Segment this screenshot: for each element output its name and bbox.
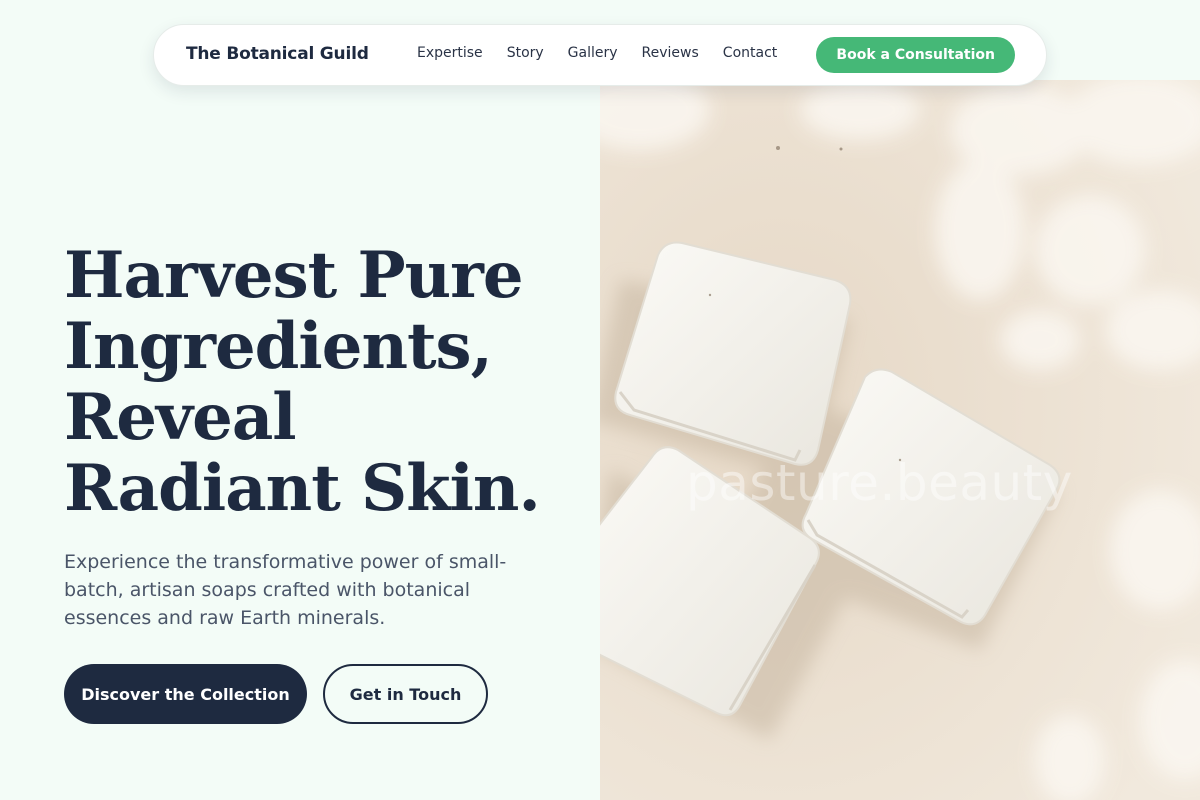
get-in-touch-button[interactable]: Get in Touch xyxy=(323,664,488,724)
hero-title-line: Radiant Skin. xyxy=(64,451,541,526)
nav-links: Expertise Story Gallery Reviews Contact xyxy=(417,45,777,61)
hero-image: pasture.beauty xyxy=(600,80,1200,800)
book-consultation-button[interactable]: Book a Consultation xyxy=(816,37,1015,73)
nav-link-contact[interactable]: Contact xyxy=(723,45,777,61)
hero-subtitle: Experience the transformative power of s… xyxy=(64,551,507,629)
top-navigation: The Botanical Guild Expertise Story Gall… xyxy=(153,24,1047,86)
hero-title: Harvest Pure Ingredients, Reveal Radiant… xyxy=(64,240,584,524)
hero-title-line: Ingredients, xyxy=(64,309,493,384)
brand-logo[interactable]: The Botanical Guild xyxy=(186,44,369,64)
hero-title-line: Harvest Pure xyxy=(64,238,524,313)
nav-link-reviews[interactable]: Reviews xyxy=(642,45,699,61)
soap-photo xyxy=(600,80,1200,800)
nav-link-expertise[interactable]: Expertise xyxy=(417,45,483,61)
nav-link-gallery[interactable]: Gallery xyxy=(568,45,618,61)
hero-title-line: Reveal xyxy=(64,380,297,455)
discover-collection-button[interactable]: Discover the Collection xyxy=(64,664,307,724)
nav-link-story[interactable]: Story xyxy=(507,45,544,61)
